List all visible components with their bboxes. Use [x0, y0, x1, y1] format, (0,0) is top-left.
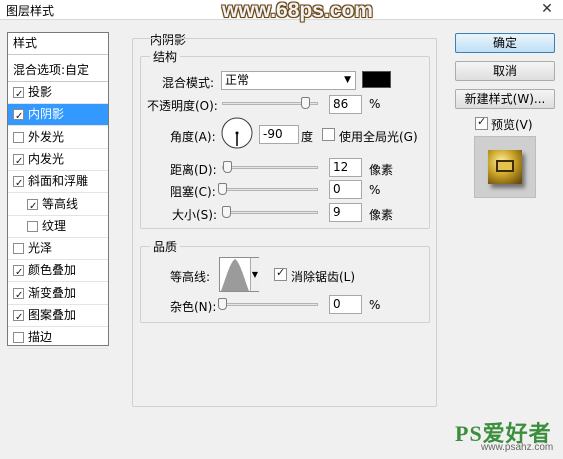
- window-title: 图层样式: [6, 4, 55, 18]
- angle-label: 角度(A):: [170, 130, 216, 144]
- noise-input[interactable]: 0: [329, 295, 362, 314]
- noise-slider-thumb[interactable]: [218, 298, 227, 310]
- angle-unit: 度: [301, 130, 314, 144]
- cancel-button[interactable]: 取消: [455, 61, 555, 81]
- antialias-checkbox[interactable]: [274, 266, 287, 281]
- style-item[interactable]: 外发光: [8, 127, 108, 149]
- style-item[interactable]: 投影: [8, 82, 108, 105]
- ok-button[interactable]: 确定: [455, 33, 555, 53]
- style-item-label: 斜面和浮雕: [28, 174, 89, 189]
- style-item-label: 纹理: [42, 218, 67, 233]
- style-item-label: 渐变叠加: [28, 285, 77, 300]
- style-list: 样式 混合选项:自定 投影内阴影外发光内发光斜面和浮雕等高线纹理光泽颜色叠加渐变…: [7, 32, 109, 350]
- contour-curve-icon: [221, 259, 249, 291]
- style-item[interactable]: 渐变叠加: [8, 283, 108, 306]
- antialias-label: 消除锯齿(L): [291, 270, 356, 284]
- style-item[interactable]: 描边: [8, 327, 108, 350]
- style-item-checkbox[interactable]: [13, 332, 24, 344]
- noise-slider[interactable]: [222, 303, 318, 306]
- contour-dropdown-arrow-icon[interactable]: ▼: [250, 258, 259, 291]
- noise-unit: %: [369, 298, 381, 312]
- style-item-checkbox[interactable]: [27, 196, 38, 217]
- style-item-label: 等高线: [42, 196, 79, 211]
- style-item-label: 图案叠加: [28, 308, 77, 322]
- style-item-label: 颜色叠加: [28, 263, 77, 278]
- distance-label: 距离(D):: [170, 163, 217, 177]
- structure-title: 结构: [150, 48, 181, 65]
- choke-label: 阻塞(C):: [170, 185, 216, 199]
- preview-checkbox[interactable]: [475, 115, 488, 130]
- angle-input[interactable]: -90: [259, 125, 299, 144]
- opacity-slider-thumb[interactable]: [300, 97, 310, 109]
- opacity-unit: %: [369, 97, 381, 111]
- preview-inner-square: [496, 160, 514, 172]
- quality-title: 品质: [150, 238, 181, 255]
- style-item-checkbox[interactable]: [13, 262, 24, 283]
- blend-options-item[interactable]: 混合选项:自定: [8, 60, 108, 82]
- style-item[interactable]: 斜面和浮雕: [8, 171, 108, 194]
- style-item[interactable]: 图案叠加: [8, 305, 108, 328]
- style-item-label: 内发光: [28, 151, 65, 166]
- style-item[interactable]: 纹理: [8, 216, 108, 238]
- style-item-checkbox[interactable]: [13, 285, 24, 306]
- choke-slider[interactable]: [222, 188, 318, 191]
- style-item[interactable]: 内发光: [8, 149, 108, 172]
- style-list-header-label: 样式: [13, 36, 38, 50]
- blend-options-label: 混合选项:自定: [13, 63, 90, 77]
- footer-site: www.psahz.com: [481, 442, 554, 453]
- contour-label: 等高线:: [170, 270, 211, 284]
- style-item-checkbox[interactable]: [13, 131, 24, 143]
- style-item-checkbox[interactable]: [13, 84, 24, 105]
- global-light-label: 使用全局光(G): [339, 130, 418, 144]
- style-item-checkbox[interactable]: [27, 220, 38, 232]
- new-style-button[interactable]: 新建样式(W)...: [455, 89, 555, 109]
- opacity-label: 不透明度(O):: [147, 99, 218, 113]
- size-slider-thumb[interactable]: [221, 206, 231, 218]
- style-item-label: 内阴影: [28, 107, 65, 122]
- global-light-checkbox[interactable]: [322, 128, 335, 141]
- distance-input[interactable]: 12: [329, 158, 362, 177]
- style-item-checkbox[interactable]: [13, 307, 24, 328]
- style-item[interactable]: 内阴影: [8, 104, 108, 127]
- blend-mode-select[interactable]: 正常 ▼: [221, 71, 356, 90]
- style-item-checkbox[interactable]: [13, 243, 24, 255]
- size-slider[interactable]: [222, 211, 318, 214]
- choke-slider-thumb[interactable]: [218, 183, 227, 195]
- close-button[interactable]: ✕: [536, 0, 558, 19]
- distance-slider[interactable]: [222, 166, 318, 169]
- size-label: 大小(S):: [172, 208, 218, 222]
- distance-slider-thumb[interactable]: [222, 161, 232, 173]
- choke-unit: %: [369, 183, 381, 197]
- distance-unit: 像素: [369, 163, 394, 177]
- choke-input[interactable]: 0: [329, 180, 362, 199]
- style-item-checkbox[interactable]: [13, 151, 24, 172]
- style-item-checkbox[interactable]: [13, 106, 24, 127]
- style-item-label: 光泽: [28, 241, 53, 256]
- style-item[interactable]: 颜色叠加: [8, 260, 108, 283]
- contour-picker[interactable]: ▼: [219, 257, 259, 292]
- size-input[interactable]: 9: [329, 203, 362, 222]
- style-item-checkbox[interactable]: [13, 173, 24, 194]
- style-item-label: 投影: [28, 85, 53, 99]
- noise-label: 杂色(N):: [170, 300, 217, 314]
- opacity-input[interactable]: 86: [329, 95, 362, 114]
- blend-mode-label: 混合模式:: [162, 76, 215, 90]
- shadow-color-swatch[interactable]: [362, 71, 391, 88]
- chevron-down-icon: ▼: [344, 75, 351, 85]
- style-list-header[interactable]: 样式: [8, 33, 108, 55]
- preview-swatch: [488, 150, 522, 184]
- angle-dial[interactable]: [220, 116, 254, 150]
- watermark-text: www.68ps.com: [222, 0, 373, 22]
- preview-label: 预览(V): [491, 118, 533, 132]
- size-unit: 像素: [369, 208, 394, 222]
- style-item-label: 外发光: [28, 129, 65, 144]
- style-item-label: 描边: [28, 330, 53, 345]
- style-item[interactable]: 光泽: [8, 238, 108, 261]
- blend-mode-value: 正常: [225, 73, 250, 87]
- preview-thumbnail: [474, 136, 536, 198]
- style-item[interactable]: 等高线: [8, 194, 108, 217]
